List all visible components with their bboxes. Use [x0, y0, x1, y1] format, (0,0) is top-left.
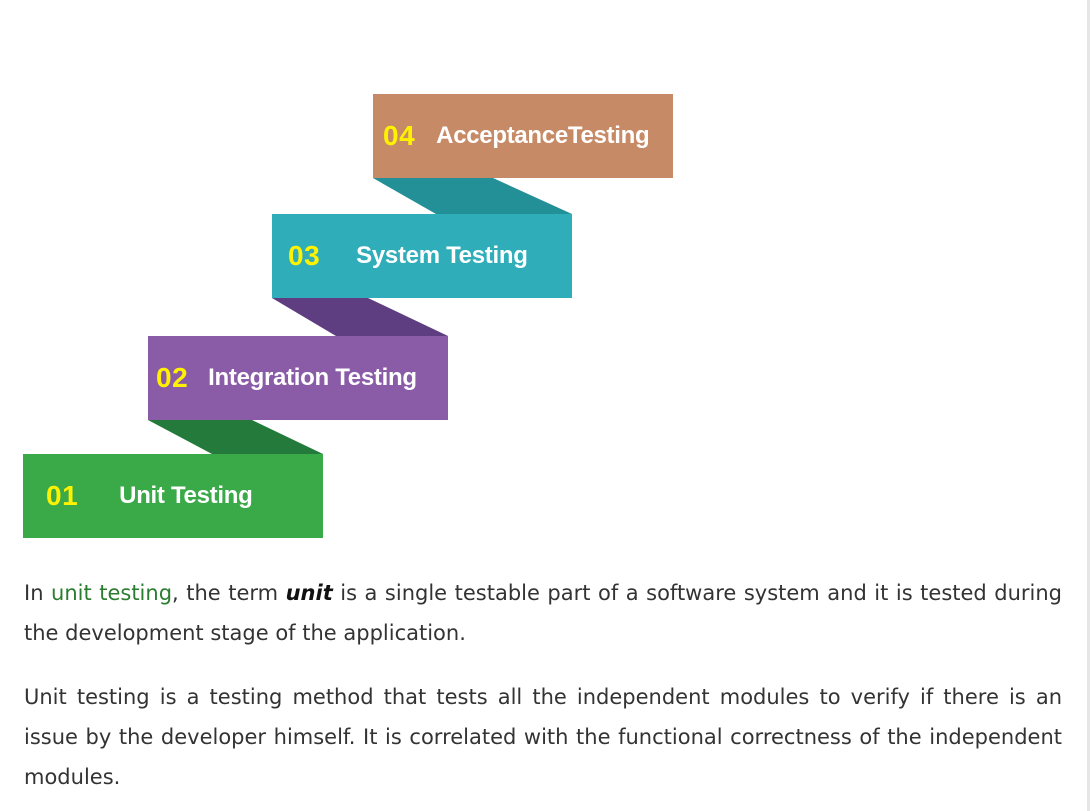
paragraph-unit-method: Unit testing is a testing method that te… [24, 685, 1062, 789]
step-number: 03 [288, 240, 321, 271]
paragraph-text: , the term [172, 581, 286, 605]
step-label: Integration Testing [208, 364, 417, 391]
article-body: In unit testing, the term unit is a sing… [24, 573, 1062, 811]
connector-03-02 [272, 298, 448, 336]
paragraph-unit-definition: In unit testing, the term unit is a sing… [24, 573, 1062, 653]
step-label: Unit Testing [119, 482, 253, 509]
step-number: 02 [156, 362, 189, 393]
step-acceptance-testing: 04 AcceptanceTesting [373, 94, 673, 178]
step-system-testing: 03 System Testing [272, 214, 572, 298]
emphasized-term: unit [285, 581, 333, 605]
connector-04-03 [373, 178, 572, 214]
step-integration-testing: 02 Integration Testing [148, 336, 448, 420]
paragraph-intro: In [24, 581, 52, 605]
step-label: System Testing [356, 242, 528, 269]
step-number: 04 [383, 120, 416, 151]
step-number: 01 [46, 480, 79, 511]
testing-levels-diagram: 04 AcceptanceTesting 03 System Testing 0… [0, 0, 700, 545]
connector-02-01 [148, 420, 323, 454]
step-unit-testing: 01 Unit Testing [23, 454, 323, 538]
unit-testing-link[interactable]: unit testing [51, 581, 172, 605]
step-label: AcceptanceTesting [436, 122, 650, 149]
